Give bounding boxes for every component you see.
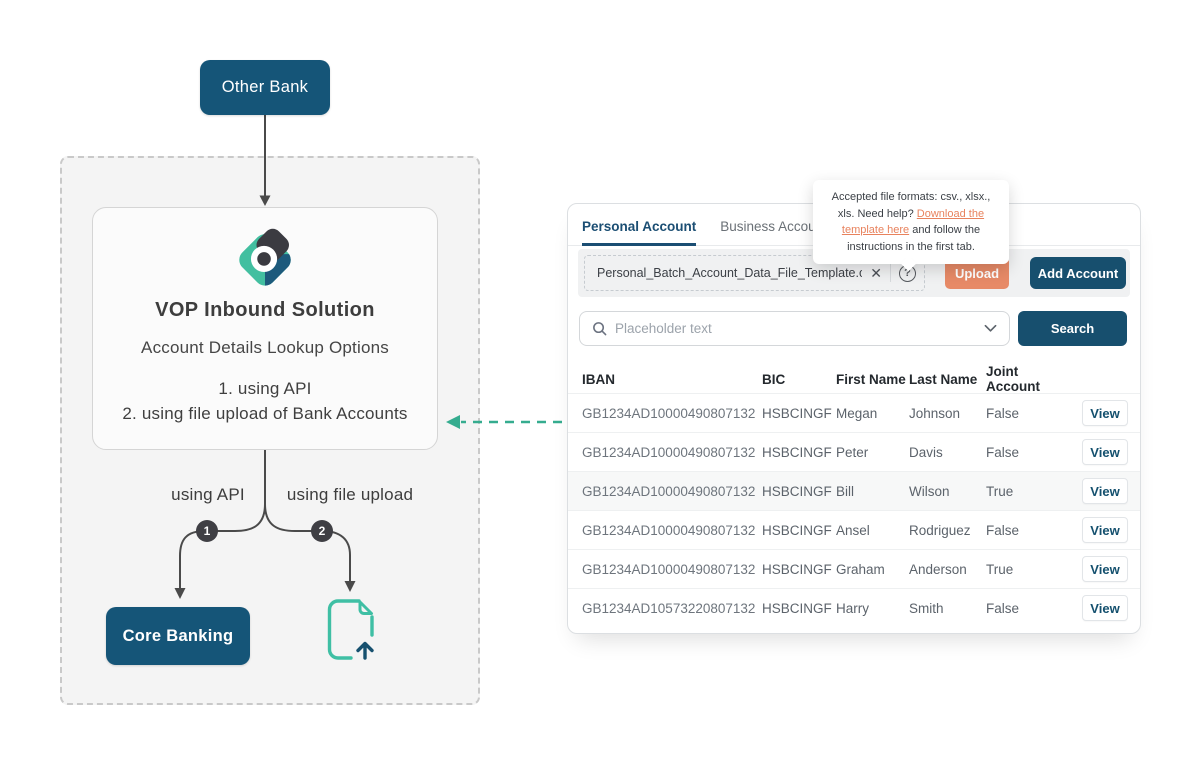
- vop-title: VOP Inbound Solution: [155, 299, 375, 322]
- vop-inbound-solution-box: VOP Inbound Solution Account Details Loo…: [92, 207, 438, 450]
- cell-last-name: Rodriguez: [909, 523, 986, 538]
- upload-help-tooltip: Accepted file formats: csv., xlsx., xls.…: [813, 180, 1009, 264]
- table-row: GB1234AD10000490807132 HSBCINGF Ansel Ro…: [568, 510, 1140, 549]
- vop-option-api: 1. using API: [122, 376, 407, 401]
- cell-joint-account: False: [986, 406, 1070, 421]
- cell-iban: GB1234AD10000490807132: [582, 406, 762, 421]
- cell-bic: HSBCINGF: [762, 562, 836, 577]
- selected-filename: Personal_Batch_Account_Data_File_Templat…: [597, 266, 862, 280]
- cell-bic: HSBCINGF: [762, 523, 836, 538]
- cell-first-name: Ansel: [836, 523, 909, 538]
- cell-bic: HSBCINGF: [762, 406, 836, 421]
- header-last-name: Last Name: [909, 372, 986, 387]
- view-button[interactable]: View: [1082, 439, 1128, 465]
- view-button[interactable]: View: [1082, 556, 1128, 582]
- file-upload-icon: [324, 597, 378, 663]
- cell-iban: GB1234AD10000490807132: [582, 484, 762, 499]
- chevron-down-icon[interactable]: [984, 324, 997, 333]
- cell-last-name: Johnson: [909, 406, 986, 421]
- view-button[interactable]: View: [1082, 595, 1128, 621]
- cell-joint-account: False: [986, 601, 1070, 616]
- table-row: GB1234AD10000490807132 HSBCINGF Graham A…: [568, 549, 1140, 588]
- search-input[interactable]: [615, 321, 984, 336]
- table-row: GB1234AD10573220807132 HSBCINGF Harry Sm…: [568, 588, 1140, 627]
- core-banking-label: Core Banking: [123, 627, 234, 646]
- cell-first-name: Megan: [836, 406, 909, 421]
- cell-iban: GB1234AD10000490807132: [582, 523, 762, 538]
- accounts-table: IBAN BIC First Name Last Name Joint Acco…: [568, 364, 1140, 627]
- header-iban: IBAN: [582, 372, 762, 387]
- view-button[interactable]: View: [1082, 478, 1128, 504]
- cell-last-name: Smith: [909, 601, 986, 616]
- core-banking-node: Core Banking: [106, 607, 250, 665]
- header-first-name: First Name: [836, 372, 909, 387]
- header-bic: BIC: [762, 372, 836, 387]
- cell-last-name: Anderson: [909, 562, 986, 577]
- tab-personal-account[interactable]: Personal Account: [582, 204, 696, 246]
- cell-joint-account: False: [986, 523, 1070, 538]
- cell-iban: GB1234AD10573220807132: [582, 601, 762, 616]
- view-button[interactable]: View: [1082, 517, 1128, 543]
- cell-first-name: Graham: [836, 562, 909, 577]
- table-row: GB1234AD10000490807132 HSBCINGF Peter Da…: [568, 432, 1140, 471]
- account-upload-panel: Personal Account Business Account Person…: [567, 203, 1141, 634]
- other-bank-node: Other Bank: [200, 60, 330, 115]
- cell-bic: HSBCINGF: [762, 484, 836, 499]
- cell-joint-account: True: [986, 484, 1070, 499]
- search-button[interactable]: Search: [1018, 311, 1127, 346]
- step-2-badge: 2: [311, 520, 333, 542]
- vop-logo-icon: [234, 225, 296, 287]
- branch-label-file-upload: using file upload: [280, 485, 420, 505]
- other-bank-label: Other Bank: [222, 78, 308, 97]
- table-row: GB1234AD10000490807132 HSBCINGF Megan Jo…: [568, 393, 1140, 432]
- search-row: Search: [578, 311, 1130, 346]
- cell-bic: HSBCINGF: [762, 445, 836, 460]
- add-account-button[interactable]: Add Account: [1030, 257, 1126, 289]
- cell-first-name: Harry: [836, 601, 909, 616]
- vop-option-file-upload: 2. using file upload of Bank Accounts: [122, 401, 407, 426]
- cell-bic: HSBCINGF: [762, 601, 836, 616]
- cell-joint-account: True: [986, 562, 1070, 577]
- table-row: GB1234AD10000490807132 HSBCINGF Bill Wil…: [568, 471, 1140, 510]
- search-field[interactable]: [579, 311, 1010, 346]
- cell-first-name: Peter: [836, 445, 909, 460]
- tooltip-help-text: Need help?: [857, 208, 916, 220]
- tab-business-account[interactable]: Business Account: [720, 204, 827, 246]
- cell-first-name: Bill: [836, 484, 909, 499]
- vop-subtitle: Account Details Lookup Options: [141, 338, 389, 358]
- header-joint-account: Joint Account: [986, 364, 1070, 394]
- step-1-badge: 1: [196, 520, 218, 542]
- table-header-row: IBAN BIC First Name Last Name Joint Acco…: [568, 364, 1140, 393]
- cell-iban: GB1234AD10000490807132: [582, 445, 762, 460]
- search-icon: [592, 321, 607, 336]
- view-button[interactable]: View: [1082, 400, 1128, 426]
- clear-file-icon[interactable]: ✕: [862, 265, 890, 282]
- cell-iban: GB1234AD10000490807132: [582, 562, 762, 577]
- cell-joint-account: False: [986, 445, 1070, 460]
- cell-last-name: Wilson: [909, 484, 986, 499]
- cell-last-name: Davis: [909, 445, 986, 460]
- branch-label-api: using API: [148, 485, 268, 505]
- divider: [890, 264, 891, 282]
